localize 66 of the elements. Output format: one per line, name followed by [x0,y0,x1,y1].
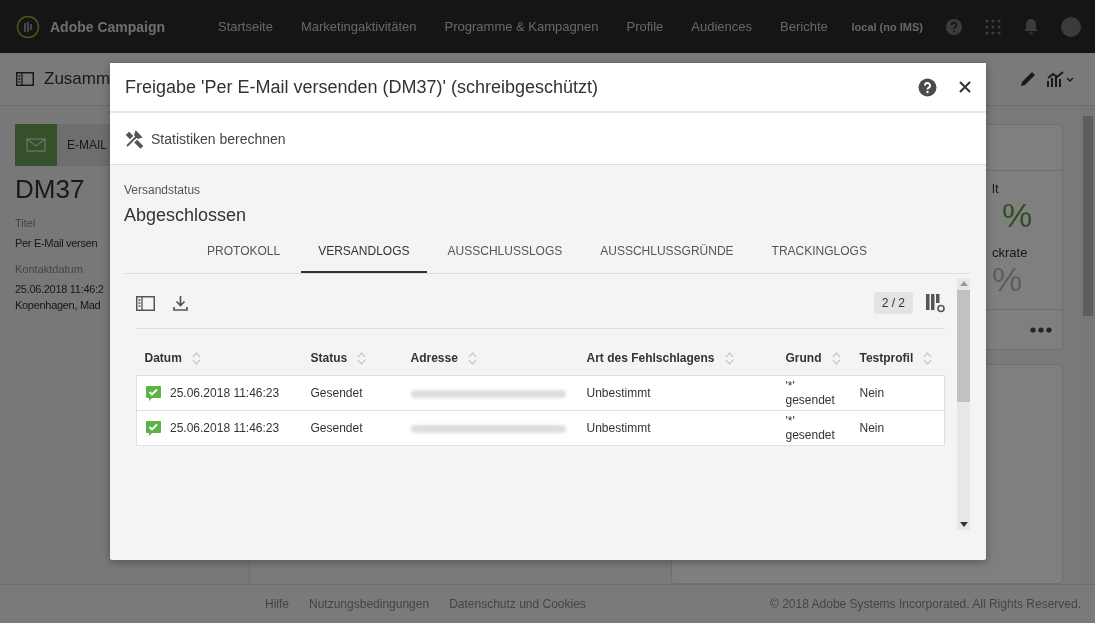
channel-label: E-MAIL [67,138,107,152]
kpi-value: % [1002,196,1034,235]
brand-name[interactable]: Adobe Campaign [50,18,166,35]
compute-statistics-button[interactable]: Statistiken berechnen [124,126,286,151]
field-value: Per E-Mail versen [15,236,98,251]
sent-status-icon [145,384,162,402]
table-cell: 25.06.2018 11:46:23 [170,421,280,435]
scroll-up-icon[interactable] [959,281,968,286]
apps-grid-icon[interactable] [985,18,1001,35]
tab[interactable]: TRACKINGLOGS [754,232,884,273]
sort-icon[interactable] [357,351,367,365]
kpi-label: ckrate [992,245,1029,260]
instance-label: local (no IMS) [851,20,923,33]
close-icon[interactable] [959,81,971,93]
bell-icon[interactable] [1023,18,1039,35]
table-cell: Gesendet [310,421,363,435]
column-header[interactable]: Adresse [410,351,477,365]
sort-icon[interactable] [191,351,201,365]
column-settings-icon[interactable] [925,293,945,313]
table-cell: Nein [859,386,885,400]
table-cell: Unbestimmt [586,421,651,435]
help-icon[interactable] [918,77,937,97]
kpi-label: lt [992,181,1000,196]
tab[interactable]: VERSANDLOGS [301,232,427,273]
record-counter: 2 / 2 [873,292,913,314]
table-row[interactable]: 25.06.2018 11:46:23 Gesendet Unbestimmt '*' gesendet Nein [136,375,945,411]
download-icon[interactable] [173,295,188,311]
dialog-title: Freigabe 'Per E-Mail versenden (DM37)' (schreibgeschützt) [125,76,599,98]
table-cell: Unbestimmt [586,386,651,400]
page-title: Zusamm [44,69,111,89]
scrollbar[interactable] [957,278,970,530]
user-avatar-icon[interactable] [1061,16,1081,37]
tools-icon [124,128,144,149]
table-cell: Nein [859,421,885,435]
kpi-value: % [992,260,1024,299]
sent-status-icon [145,419,162,437]
panel-icon[interactable] [16,72,34,86]
table-cell: Gesendet [310,386,363,400]
logo-icon [16,14,40,39]
email-envelope-icon [15,124,57,166]
delivery-name: DM37 [15,174,85,205]
chart-icon[interactable] [1047,70,1075,88]
more-icon[interactable] [1030,326,1052,333]
field-value: 25.06.2018 11:46:2 [15,282,104,297]
scroll-down-icon[interactable] [959,522,968,527]
tab[interactable]: PROTOKOLL [190,232,298,273]
tab[interactable]: AUSSCHLUSSLOGS [430,232,580,273]
table-cell: '*' gesendet [785,379,835,407]
table-cell: 25.06.2018 11:46:23 [170,386,280,400]
status-value: Abgeschlossen [124,205,248,226]
table-cell: '*' gesendet [785,414,835,442]
column-header[interactable]: Datum [144,351,201,365]
column-header[interactable]: Art des Fehlschlagens [586,351,734,365]
tab[interactable]: AUSSCHLUSSGRÜNDE [583,232,751,273]
sort-icon[interactable] [831,351,841,365]
table-row[interactable]: 25.06.2018 11:46:23 Gesendet Unbestimmt '*' gesendet Nein [136,410,945,446]
column-header[interactable]: Status [310,351,367,365]
field-value: Kopenhagen, Mad [15,298,102,313]
pencil-icon[interactable] [1019,70,1037,88]
column-header[interactable]: Grund [785,351,841,365]
column-header[interactable]: Testprofil [859,351,933,365]
status-label: Versandstatus [124,183,202,197]
sort-icon[interactable] [923,351,933,365]
sort-icon[interactable] [467,351,477,365]
sort-icon[interactable] [724,351,734,365]
panel-icon[interactable] [136,295,155,311]
